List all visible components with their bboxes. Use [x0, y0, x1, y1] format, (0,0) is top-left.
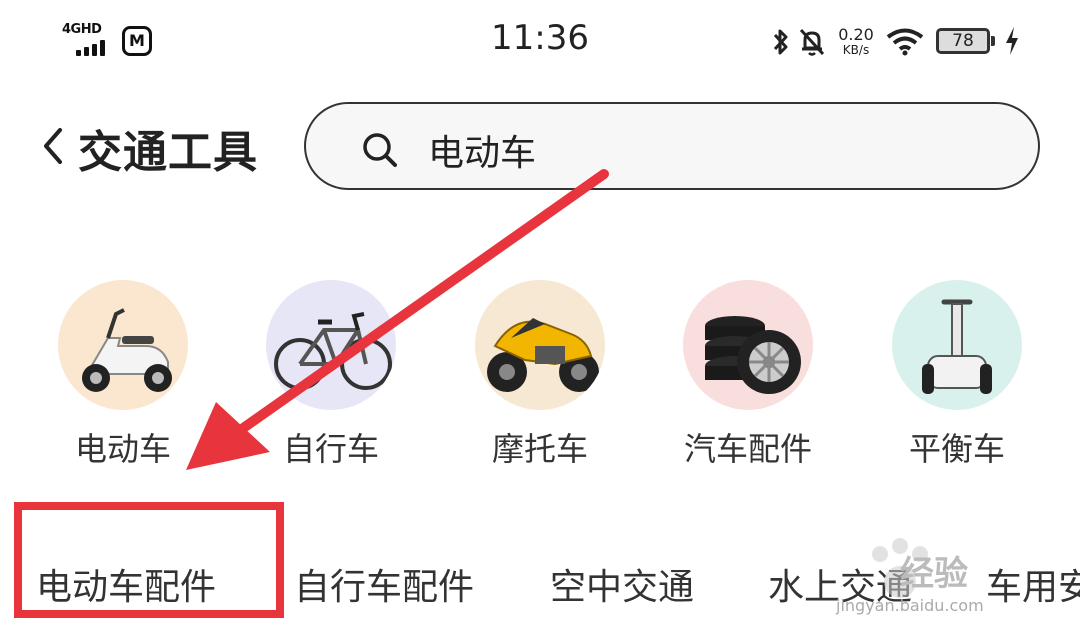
battery-tip — [991, 36, 995, 46]
back-button[interactable] — [36, 122, 70, 170]
tab-air-transport[interactable]: 空中交通 — [550, 558, 694, 610]
search-input[interactable]: 电动车 — [428, 124, 536, 176]
app-notification-icon: M — [122, 26, 152, 56]
page-title: 交通工具 — [78, 127, 258, 178]
search-box[interactable]: 电动车 — [304, 102, 1040, 190]
tab-bicycle-accessories[interactable]: 自行车配件 — [294, 558, 474, 610]
category-label: 平衡车 — [908, 430, 1005, 468]
status-bar: 4GHD M 11:36 0.20 KB/s 78 — [0, 0, 1080, 84]
watermark-text: 经验 — [900, 554, 968, 594]
network-type: 4GHD — [62, 22, 102, 37]
watermark-url: jingyan.baidu.com — [836, 596, 984, 615]
battery-level: 78 — [952, 31, 974, 51]
bluetooth-icon — [773, 29, 788, 55]
e-scooter-image — [58, 280, 188, 410]
bicycle-image — [266, 280, 396, 410]
mute-bell-icon — [799, 28, 825, 56]
header: 交通工具 电动车 — [0, 100, 1080, 192]
battery-icon: 78 — [936, 28, 990, 54]
category-bicycle[interactable]: 自行车 — [236, 278, 426, 478]
page: 4GHD M 11:36 0.20 KB/s 78 交通工具 电动车 电动车 自… — [0, 0, 1080, 644]
search-icon — [363, 133, 397, 167]
signal-bars-icon — [76, 40, 112, 56]
wifi-icon — [886, 28, 924, 56]
category-row: 电动车 自行车 摩托车 汽车配件 平衡车 — [0, 278, 1080, 478]
category-label: 摩托车 — [491, 430, 588, 468]
network-rate: 0.20 KB/s — [836, 26, 876, 57]
tires-image — [683, 280, 813, 410]
network-rate-unit: KB/s — [842, 43, 870, 57]
category-motorcycle[interactable]: 摩托车 — [445, 278, 635, 478]
annotation-highlight-box — [14, 502, 284, 618]
category-label: 汽车配件 — [683, 430, 812, 468]
category-car-accessories[interactable]: 汽车配件 — [653, 278, 843, 478]
clock: 11:36 — [491, 18, 589, 58]
category-e-scooter[interactable]: 电动车 — [28, 278, 218, 478]
status-icons: 0.20 KB/s 78 — [770, 22, 1020, 66]
category-balance-scooter[interactable]: 平衡车 — [862, 278, 1052, 478]
cellular-signal: 4GHD — [62, 22, 110, 58]
charging-icon — [1006, 27, 1018, 55]
network-rate-value: 0.20 — [838, 25, 874, 44]
motorcycle-image — [475, 280, 605, 410]
category-label: 电动车 — [74, 430, 171, 468]
category-label: 自行车 — [282, 430, 379, 468]
balance-scooter-image — [892, 280, 1022, 410]
